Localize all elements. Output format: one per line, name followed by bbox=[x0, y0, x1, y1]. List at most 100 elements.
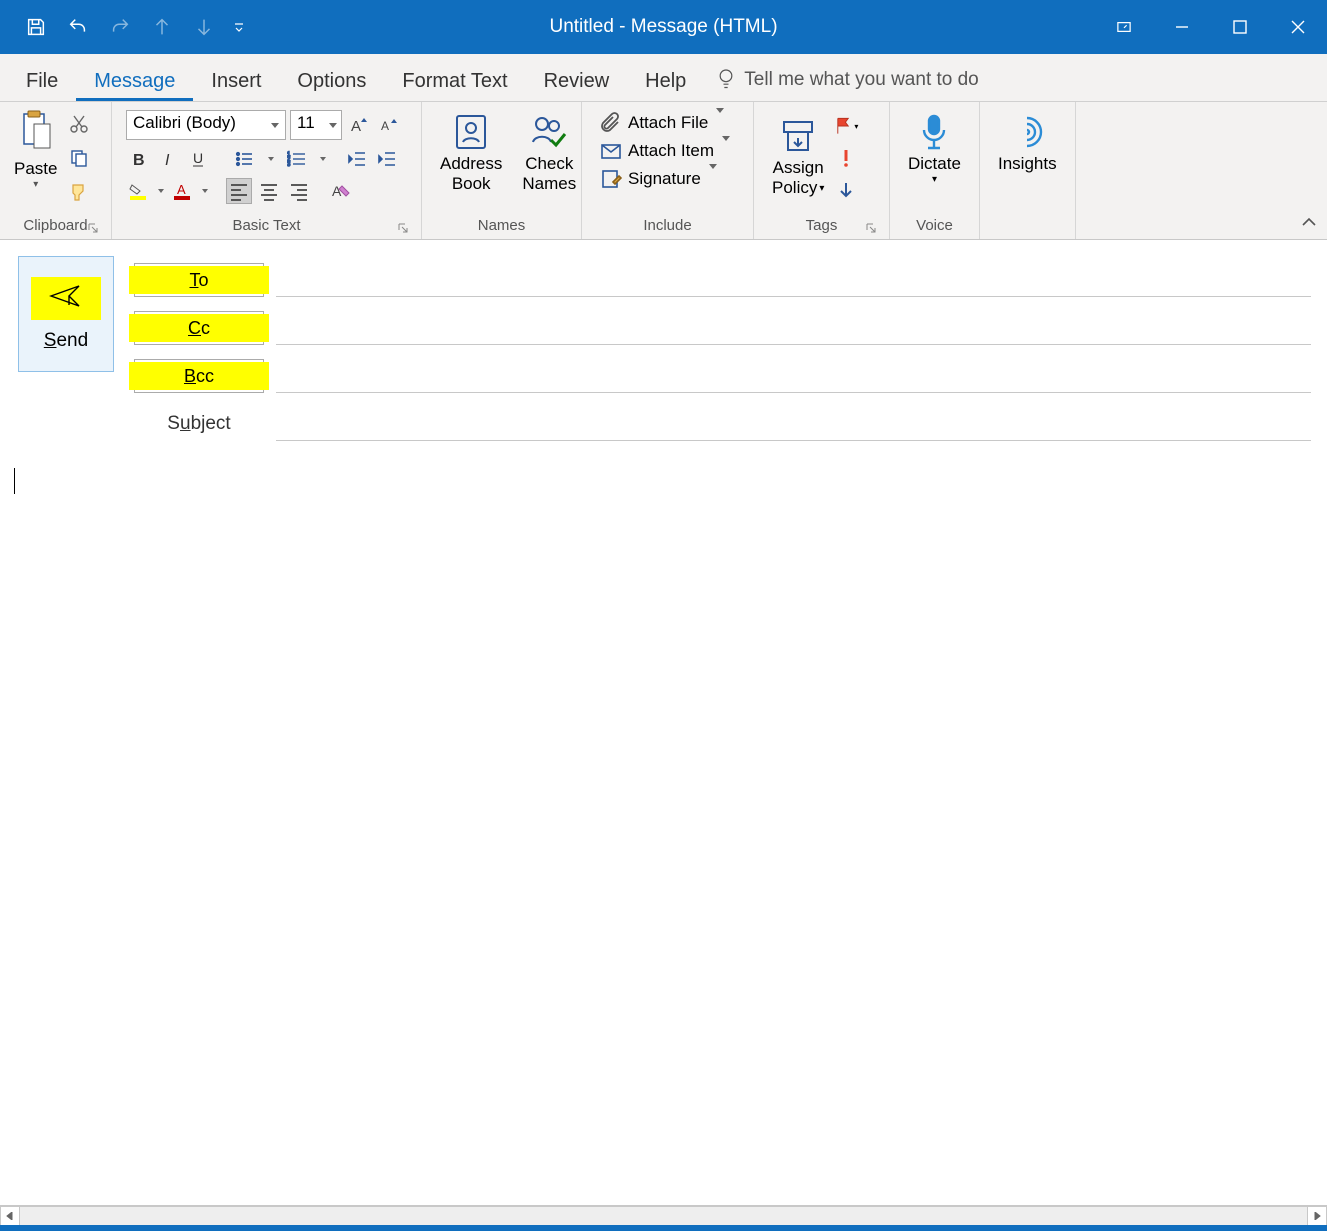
paste-icon bbox=[18, 110, 54, 157]
cc-input[interactable] bbox=[276, 311, 1311, 345]
font-color-icon[interactable]: A bbox=[170, 178, 196, 204]
group-tags: Assign Policy▾ ▾ Tags bbox=[754, 102, 890, 239]
to-button[interactable]: To bbox=[134, 263, 264, 297]
font-family-select[interactable]: Calibri (Body) bbox=[126, 110, 286, 140]
dictate-button[interactable]: Dictate ▾ bbox=[898, 106, 971, 190]
ribbon-display-icon[interactable] bbox=[1095, 0, 1153, 54]
subject-input[interactable] bbox=[276, 407, 1311, 441]
tell-me-search[interactable]: Tell me what you want to do bbox=[704, 67, 990, 101]
scroll-track[interactable] bbox=[20, 1206, 1307, 1226]
insights-icon bbox=[1007, 110, 1047, 154]
numbering-dropdown[interactable] bbox=[318, 157, 328, 161]
underline-icon[interactable]: U bbox=[186, 146, 212, 172]
attach-item-label: Attach Item bbox=[628, 141, 714, 161]
highlight-color-dropdown[interactable] bbox=[156, 189, 166, 193]
group-clipboard: Paste ▾ Clipboard bbox=[0, 102, 112, 239]
to-input[interactable] bbox=[276, 263, 1311, 297]
redo-icon[interactable] bbox=[106, 13, 134, 41]
previous-item-icon[interactable] bbox=[148, 13, 176, 41]
tab-options[interactable]: Options bbox=[279, 60, 384, 101]
qat-customize-dropdown[interactable] bbox=[232, 20, 246, 34]
align-right-icon[interactable] bbox=[286, 178, 312, 204]
tab-format-text[interactable]: Format Text bbox=[384, 60, 525, 101]
bcc-input[interactable] bbox=[276, 359, 1311, 393]
attach-file-label: Attach File bbox=[628, 113, 708, 133]
format-painter-icon[interactable] bbox=[67, 180, 91, 204]
clear-formatting-icon[interactable]: A bbox=[328, 178, 354, 204]
bcc-button[interactable]: Bcc bbox=[134, 359, 264, 393]
clipboard-dialog-launcher[interactable] bbox=[87, 221, 99, 233]
signature-button[interactable]: Signature bbox=[600, 168, 717, 190]
check-names-button[interactable]: Check Names bbox=[512, 106, 586, 199]
next-item-icon[interactable] bbox=[190, 13, 218, 41]
bulb-icon bbox=[716, 67, 736, 93]
bold-icon[interactable]: B bbox=[126, 146, 152, 172]
maximize-icon[interactable] bbox=[1211, 0, 1269, 54]
follow-up-flag-icon[interactable]: ▾ bbox=[834, 114, 858, 138]
horizontal-scrollbar[interactable] bbox=[0, 1205, 1327, 1225]
group-tags-label: Tags bbox=[806, 217, 838, 234]
group-include: Attach File Attach Item Signature Includ… bbox=[582, 102, 754, 239]
align-center-icon[interactable] bbox=[256, 178, 282, 204]
text-cursor bbox=[14, 468, 15, 494]
italic-icon[interactable]: I bbox=[156, 146, 182, 172]
group-basic-text-label: Basic Text bbox=[232, 217, 300, 234]
bullets-icon[interactable] bbox=[228, 146, 262, 172]
scroll-left-icon[interactable] bbox=[0, 1206, 20, 1226]
svg-text:B: B bbox=[133, 152, 145, 169]
cut-icon[interactable] bbox=[67, 112, 91, 136]
font-color-dropdown[interactable] bbox=[200, 189, 210, 193]
tab-help[interactable]: Help bbox=[627, 60, 704, 101]
group-names-label: Names bbox=[478, 217, 526, 234]
assign-policy-button[interactable]: Assign Policy▾ bbox=[768, 110, 828, 203]
insights-label: Insights bbox=[998, 154, 1057, 174]
increase-indent-icon[interactable] bbox=[374, 146, 400, 172]
close-icon[interactable] bbox=[1269, 0, 1327, 54]
collapse-ribbon-icon[interactable] bbox=[1301, 215, 1317, 233]
minimize-icon[interactable] bbox=[1153, 0, 1211, 54]
save-icon[interactable] bbox=[22, 13, 50, 41]
tab-insert[interactable]: Insert bbox=[193, 60, 279, 101]
decrease-indent-icon[interactable] bbox=[344, 146, 370, 172]
tab-message[interactable]: Message bbox=[76, 60, 193, 101]
group-voice: Dictate ▾ Voice bbox=[890, 102, 980, 239]
shrink-font-icon[interactable]: A bbox=[376, 112, 402, 138]
send-button[interactable]: Send bbox=[18, 256, 114, 372]
address-book-button[interactable]: Address Book bbox=[430, 106, 512, 199]
highlight-color-icon[interactable] bbox=[126, 178, 152, 204]
font-size-select[interactable]: 11 bbox=[290, 110, 342, 140]
font-family-value: Calibri (Body) bbox=[133, 113, 236, 132]
ribbon-tabs: File Message Insert Options Format Text … bbox=[0, 54, 1327, 102]
basic-text-dialog-launcher[interactable] bbox=[397, 221, 409, 233]
send-icon bbox=[31, 277, 101, 320]
svg-text:I: I bbox=[165, 152, 170, 169]
copy-icon[interactable] bbox=[67, 146, 91, 170]
tags-dialog-launcher[interactable] bbox=[865, 221, 877, 233]
title-bar: Untitled - Message (HTML) bbox=[0, 0, 1327, 54]
grow-font-icon[interactable]: A bbox=[346, 112, 372, 138]
bullets-dropdown[interactable] bbox=[266, 157, 276, 161]
attach-file-button[interactable]: Attach File bbox=[600, 112, 724, 134]
tab-review[interactable]: Review bbox=[526, 60, 628, 101]
align-left-icon[interactable] bbox=[226, 178, 252, 204]
scroll-right-icon[interactable] bbox=[1307, 1206, 1327, 1226]
message-body[interactable] bbox=[0, 448, 1327, 1205]
svg-text:U: U bbox=[193, 150, 203, 166]
group-insights: Insights bbox=[980, 102, 1076, 239]
high-importance-icon[interactable] bbox=[834, 146, 858, 170]
paste-button[interactable]: Paste ▾ bbox=[8, 106, 63, 190]
group-voice-label: Voice bbox=[916, 217, 953, 234]
address-book-label1: Address bbox=[440, 154, 502, 174]
attach-item-button[interactable]: Attach Item bbox=[600, 140, 730, 162]
cc-button[interactable]: Cc bbox=[134, 311, 264, 345]
check-names-icon bbox=[529, 110, 569, 154]
insights-button[interactable]: Insights bbox=[988, 106, 1067, 178]
compose-header: Send To Cc Bcc Subject bbox=[0, 240, 1327, 448]
low-importance-icon[interactable] bbox=[834, 178, 858, 202]
undo-icon[interactable] bbox=[64, 13, 92, 41]
tab-file[interactable]: File bbox=[8, 60, 76, 101]
ribbon: Paste ▾ Clipboard Calibri (Body) 11 A A … bbox=[0, 102, 1327, 240]
numbering-icon[interactable]: 123 bbox=[280, 146, 314, 172]
paperclip-icon bbox=[600, 112, 622, 134]
address-book-label2: Book bbox=[452, 174, 491, 194]
